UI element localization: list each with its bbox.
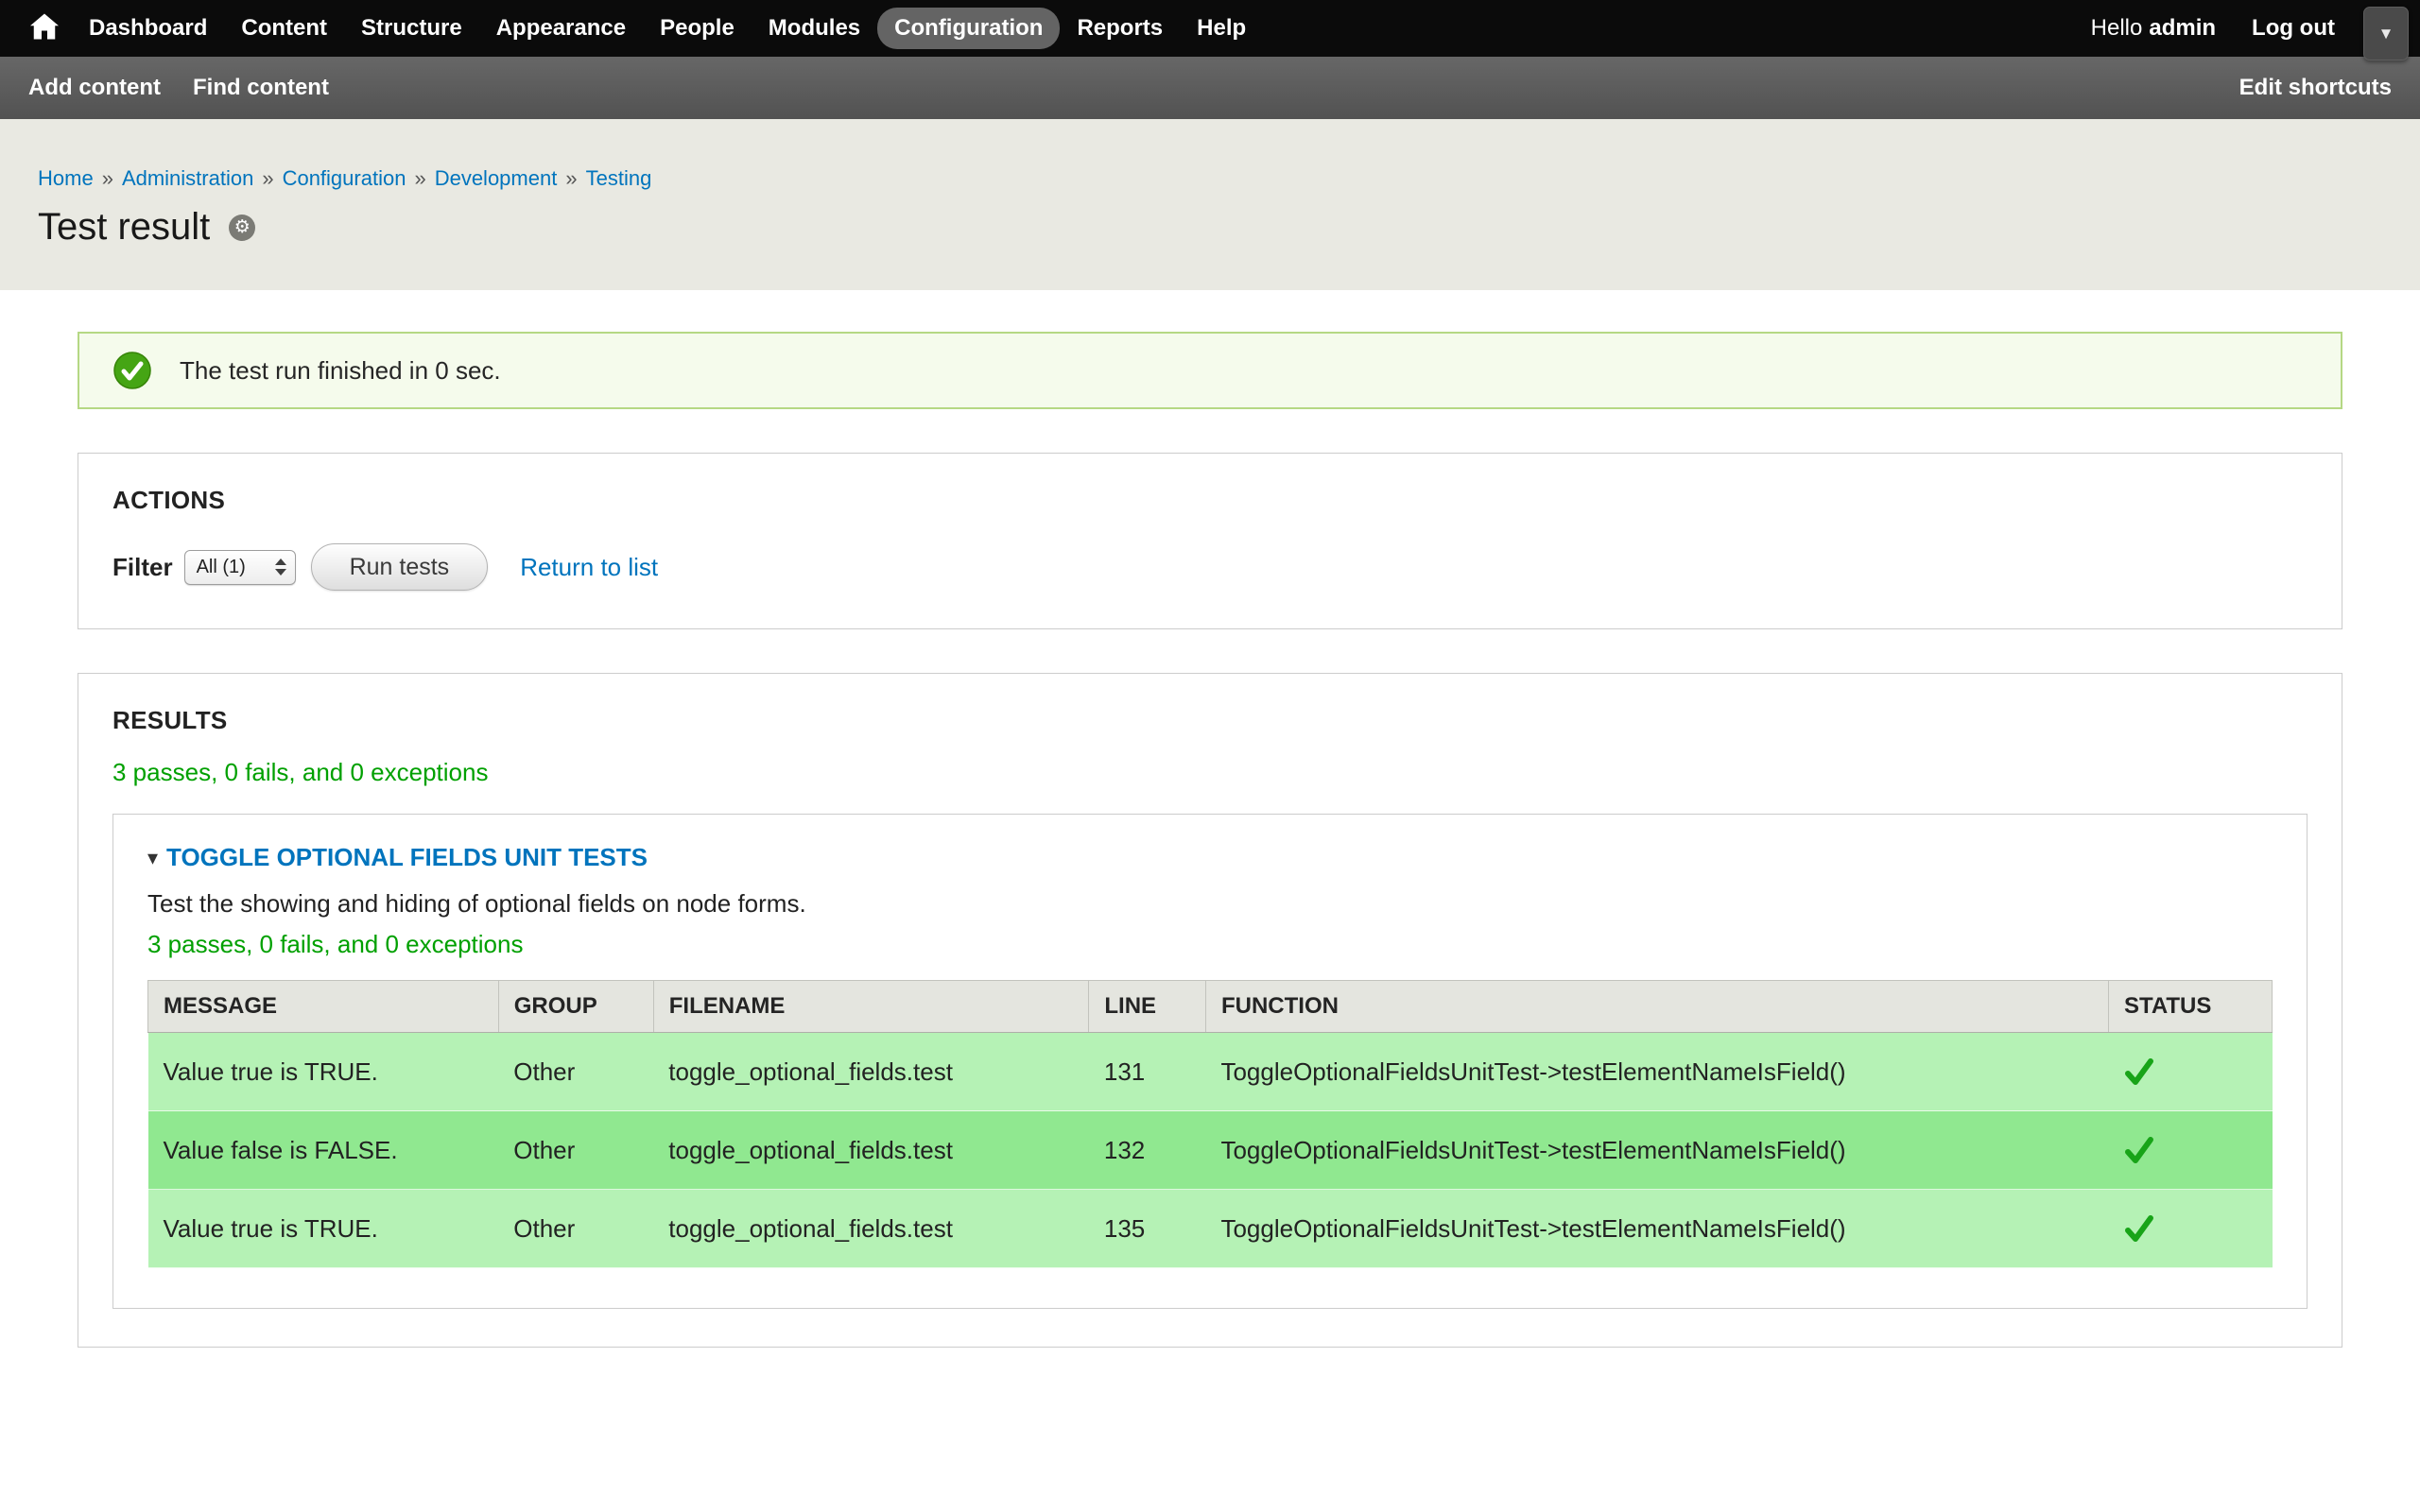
actions-legend: ACTIONS: [112, 486, 2308, 515]
header-filename: FILENAME: [653, 981, 1089, 1033]
admin-toolbar: Dashboard Content Structure Appearance P…: [0, 0, 2420, 57]
cell-group: Other: [498, 1190, 653, 1268]
cell-group: Other: [498, 1033, 653, 1111]
header-line: LINE: [1089, 981, 1206, 1033]
logout-link[interactable]: Log out: [2252, 15, 2335, 42]
pass-check-icon: [2123, 1212, 2155, 1245]
filter-label: Filter: [112, 553, 173, 582]
page-title: Test result: [38, 206, 210, 249]
cell-filename: toggle_optional_fields.test: [653, 1111, 1089, 1190]
run-tests-button[interactable]: Run tests: [311, 543, 489, 591]
cell-group: Other: [498, 1111, 653, 1190]
menu-item-modules[interactable]: Modules: [752, 8, 877, 49]
gear-icon: ⚙: [234, 216, 251, 238]
cell-status: [2108, 1111, 2272, 1190]
breadcrumb-testing[interactable]: Testing: [586, 166, 652, 191]
title-row: Test result ⚙: [38, 206, 2382, 249]
table-row: Value true is TRUE. Other toggle_optiona…: [148, 1190, 2273, 1268]
header-message: MESSAGE: [148, 981, 499, 1033]
contextual-gear-button[interactable]: ⚙: [229, 215, 255, 241]
menu-item-appearance[interactable]: Appearance: [479, 8, 643, 49]
results-summary: 3 passes, 0 fails, and 0 exceptions: [112, 758, 2308, 787]
pass-check-icon: [2123, 1134, 2155, 1166]
cell-message: Value false is FALSE.: [148, 1111, 499, 1190]
home-button[interactable]: [19, 8, 70, 49]
shortcut-find-content[interactable]: Find content: [193, 75, 329, 101]
cell-line: 131: [1089, 1033, 1206, 1111]
table-header-row: MESSAGE GROUP FILENAME LINE FUNCTION STA…: [148, 981, 2273, 1033]
menu-item-reports[interactable]: Reports: [1060, 8, 1180, 49]
status-message: The test run finished in 0 sec.: [78, 332, 2342, 409]
shortcut-links: Add content Find content: [28, 75, 329, 101]
breadcrumb: Home » Administration » Configuration » …: [38, 166, 2382, 191]
actions-panel: ACTIONS Filter All (1) Run tests Return …: [78, 453, 2342, 629]
cell-message: Value true is TRUE.: [148, 1190, 499, 1268]
select-stepper-icon: [275, 558, 286, 576]
test-group-title[interactable]: TOGGLE OPTIONAL FIELDS UNIT TESTS: [166, 843, 648, 872]
home-icon: [30, 13, 59, 44]
table-row: Value false is FALSE. Other toggle_optio…: [148, 1111, 2273, 1190]
results-table-head: MESSAGE GROUP FILENAME LINE FUNCTION STA…: [148, 981, 2273, 1033]
shortcut-add-content[interactable]: Add content: [28, 75, 161, 101]
status-message-text: The test run finished in 0 sec.: [180, 356, 501, 386]
success-check-icon: [113, 352, 151, 389]
breadcrumb-separator: »: [102, 166, 113, 191]
menu-item-configuration[interactable]: Configuration: [877, 8, 1060, 49]
menu-item-dashboard[interactable]: Dashboard: [72, 8, 224, 49]
breadcrumb-separator: »: [414, 166, 425, 191]
results-panel: RESULTS 3 passes, 0 fails, and 0 excepti…: [78, 673, 2342, 1348]
shortcut-bar: Add content Find content Edit shortcuts: [0, 57, 2420, 119]
breadcrumb-administration[interactable]: Administration: [122, 166, 253, 191]
test-group-fieldset: ▾ TOGGLE OPTIONAL FIELDS UNIT TESTS Test…: [112, 814, 2308, 1309]
results-table: MESSAGE GROUP FILENAME LINE FUNCTION STA…: [147, 980, 2273, 1268]
edit-shortcuts-link[interactable]: Edit shortcuts: [2239, 75, 2392, 101]
results-table-body: Value true is TRUE. Other toggle_optiona…: [148, 1033, 2273, 1268]
cell-function: ToggleOptionalFieldsUnitTest->testElemen…: [1205, 1033, 2108, 1111]
header-function: FUNCTION: [1205, 981, 2108, 1033]
menu-item-help[interactable]: Help: [1180, 8, 1263, 49]
test-group-legend[interactable]: ▾ TOGGLE OPTIONAL FIELDS UNIT TESTS: [147, 843, 2273, 872]
cell-status: [2108, 1033, 2272, 1111]
test-group-summary: 3 passes, 0 fails, and 0 exceptions: [147, 930, 2273, 959]
return-to-list-link[interactable]: Return to list: [520, 553, 658, 582]
page-header: Home » Administration » Configuration » …: [0, 119, 2420, 290]
breadcrumb-development[interactable]: Development: [435, 166, 558, 191]
table-row: Value true is TRUE. Other toggle_optiona…: [148, 1033, 2273, 1111]
menu-item-structure[interactable]: Structure: [344, 8, 479, 49]
filter-select-value: All (1): [197, 557, 246, 578]
toolbar-toggle-button[interactable]: ▼: [2363, 7, 2409, 60]
greeting-prefix: Hello: [2091, 15, 2143, 41]
breadcrumb-home[interactable]: Home: [38, 166, 94, 191]
cell-line: 135: [1089, 1190, 1206, 1268]
cell-filename: toggle_optional_fields.test: [653, 1033, 1089, 1111]
toolbar-right: Helloadmin Log out: [2091, 15, 2335, 42]
menu-item-content[interactable]: Content: [224, 8, 344, 49]
breadcrumb-separator: »: [262, 166, 273, 191]
admin-menu: Dashboard Content Structure Appearance P…: [72, 8, 1263, 49]
cell-function: ToggleOptionalFieldsUnitTest->testElemen…: [1205, 1111, 2108, 1190]
username: admin: [2149, 15, 2216, 41]
cell-function: ToggleOptionalFieldsUnitTest->testElemen…: [1205, 1190, 2108, 1268]
main-content: The test run finished in 0 sec. ACTIONS …: [0, 290, 2420, 1404]
cell-status: [2108, 1190, 2272, 1268]
collapse-caret-icon: ▾: [147, 848, 158, 868]
results-legend: RESULTS: [112, 706, 2308, 735]
cell-line: 132: [1089, 1111, 1206, 1190]
filter-select[interactable]: All (1): [184, 550, 296, 585]
pass-check-icon: [2123, 1056, 2155, 1088]
breadcrumb-separator: »: [565, 166, 577, 191]
breadcrumb-configuration[interactable]: Configuration: [283, 166, 406, 191]
drupal-test-result-page: { "toolbar": { "items": [ {"label": "Das…: [0, 0, 2420, 1512]
test-group-description: Test the showing and hiding of optional …: [147, 889, 2273, 919]
actions-row: Filter All (1) Run tests Return to list: [112, 543, 2308, 591]
header-status: STATUS: [2108, 981, 2272, 1033]
cell-filename: toggle_optional_fields.test: [653, 1190, 1089, 1268]
caret-down-icon: ▼: [2378, 25, 2394, 43]
user-greeting: Helloadmin: [2091, 15, 2216, 42]
header-group: GROUP: [498, 981, 653, 1033]
menu-item-people[interactable]: People: [643, 8, 752, 49]
cell-message: Value true is TRUE.: [148, 1033, 499, 1111]
